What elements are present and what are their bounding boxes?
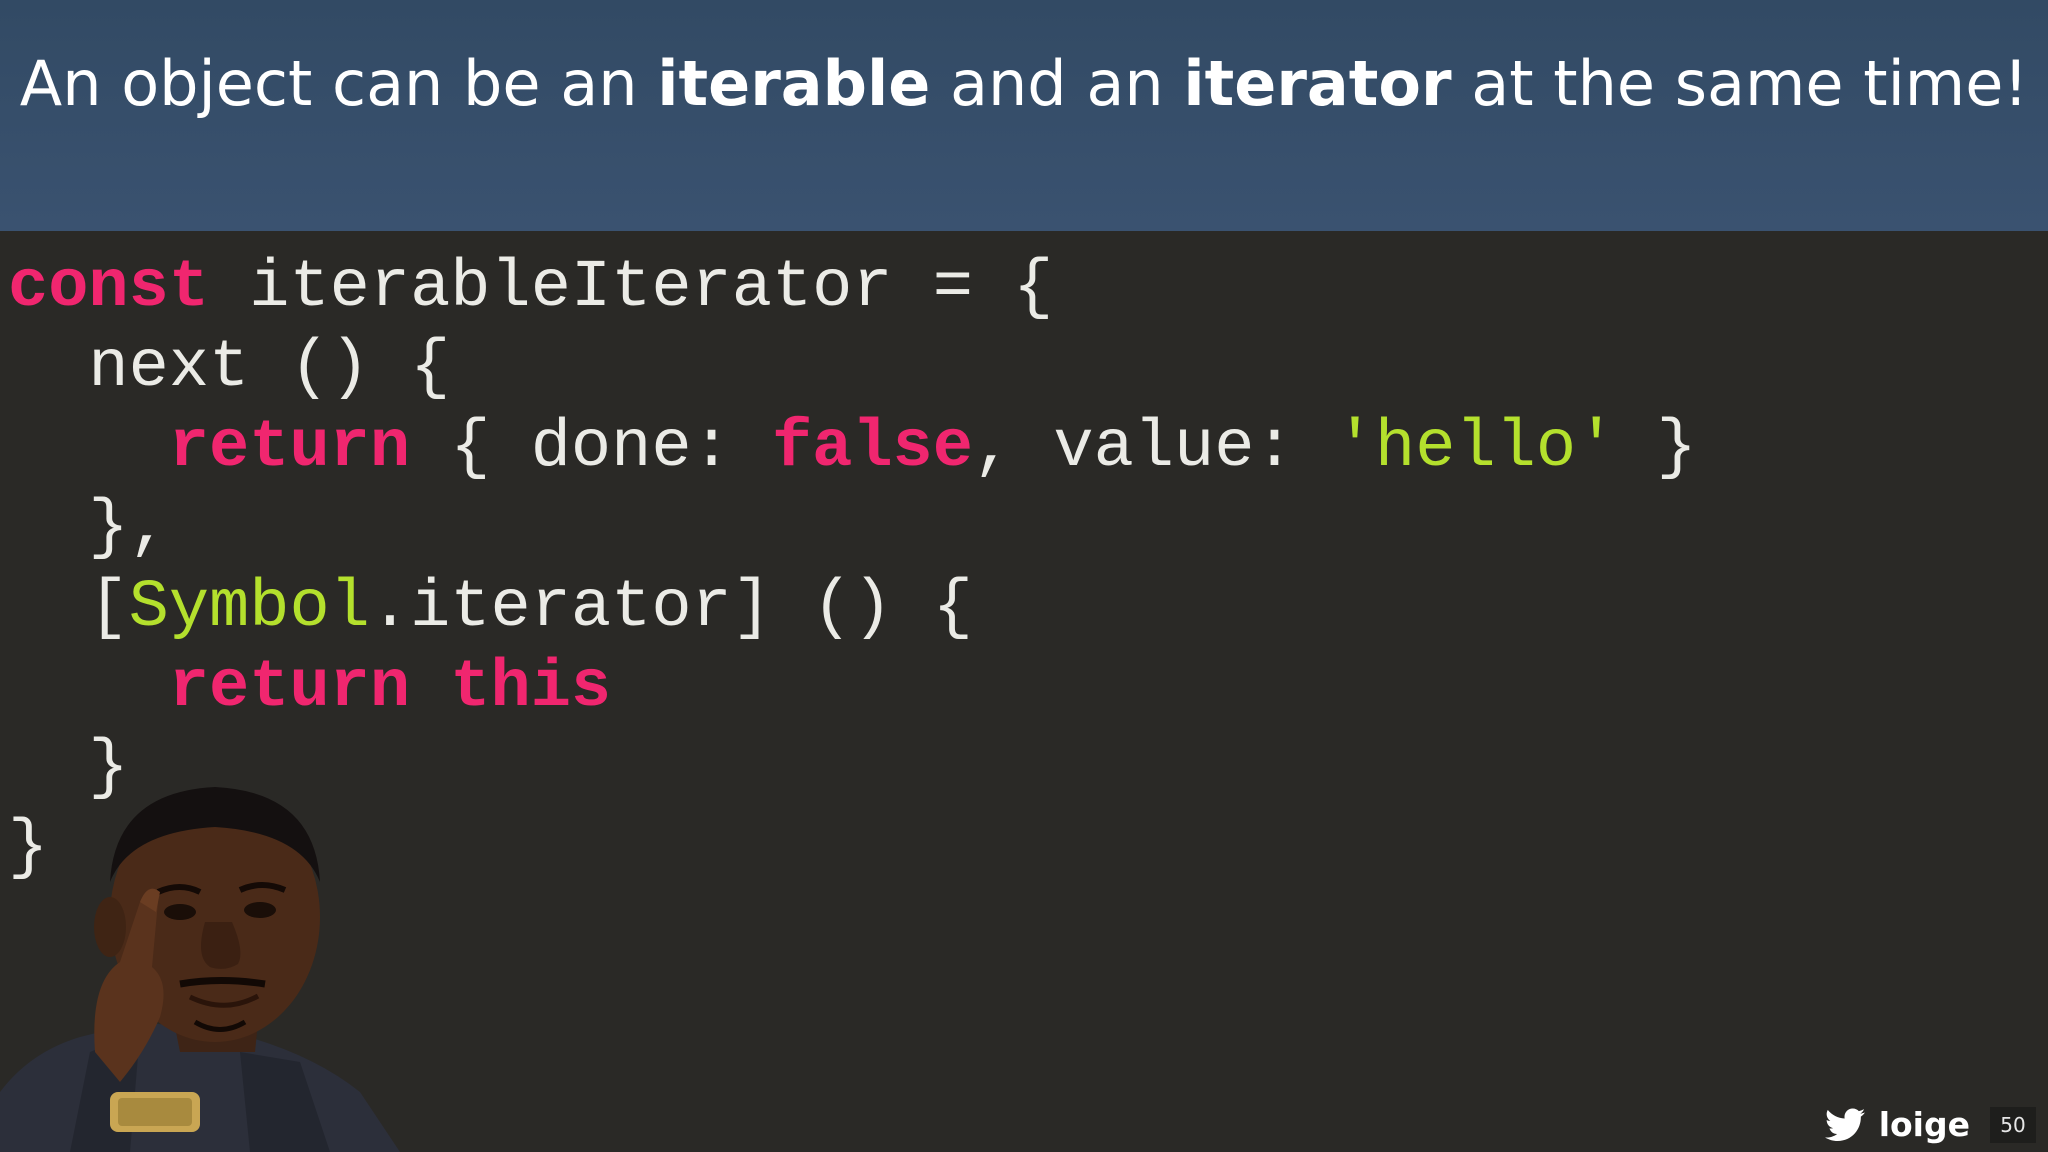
string-literal: 'hello' [1334,410,1617,486]
code-text: .iterator] () { [369,570,973,646]
slide-header: An object can be an iterable and an iter… [0,0,2048,231]
keyword-false: false [771,410,973,486]
code-line-5: [Symbol.iterator] () { [8,568,1697,648]
code-text: { done: [410,410,772,486]
twitter-handle-link[interactable]: loige [1824,1105,1970,1144]
symbol-identifier: Symbol [128,570,370,646]
title-bold-iterator: iterator [1183,47,1452,120]
code-text: , value: [972,410,1335,486]
code-line-3: return { done: false, value: 'hello' } [8,408,1697,488]
code-text: }, [8,490,169,566]
title-text-2: and an [930,47,1184,120]
title-text-3: at the same time! [1451,47,2029,120]
code-line-6: return this [8,648,1697,728]
code-line-4: }, [8,488,1697,568]
twitter-handle: loige [1878,1105,1970,1144]
keyword-return: return [168,410,411,486]
slide-title: An object can be an iterable and an iter… [20,47,2028,120]
code-text: [ [8,570,129,646]
code-line-1: const iterableIterator = { [8,248,1697,328]
code-line-2: next () { [8,328,1697,408]
keyword-this: this [450,650,612,726]
code-text: iterableIterator = { [209,250,1054,326]
code-text: next () { [8,330,451,406]
twitter-bird-icon [1824,1108,1865,1141]
keyword-const: const [8,250,210,326]
page-number: 50 [1990,1106,2036,1143]
roll-safe-meme-image [0,787,400,1152]
code-text: } [1616,410,1697,486]
title-text-1: An object can be an [19,47,658,120]
keyword-return: return [168,650,411,726]
title-bold-iterable: iterable [657,47,931,120]
slide-footer: loige 50 [1824,1105,2036,1144]
